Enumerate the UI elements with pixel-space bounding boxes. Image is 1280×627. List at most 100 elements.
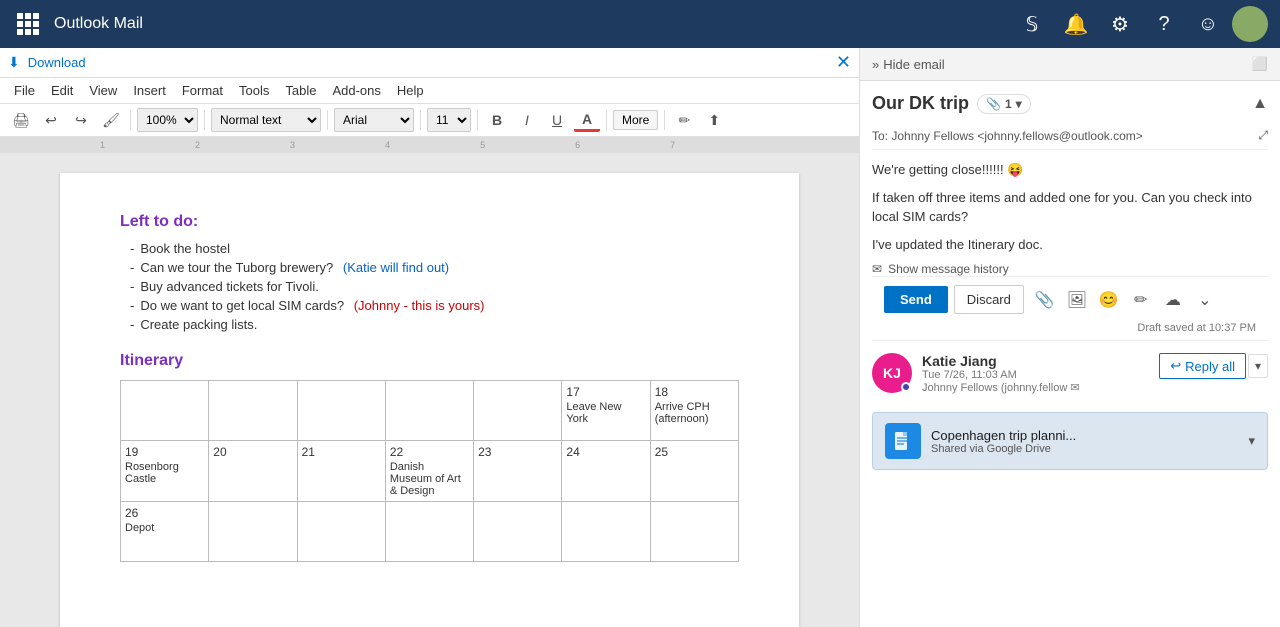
paperclip-icon: 📎	[986, 97, 1001, 111]
event-22: Danish Museum of Art & Design	[390, 461, 469, 497]
paint-format-button[interactable]: 🖌	[98, 108, 124, 132]
sender-name: Katie Jiang	[922, 353, 1149, 369]
hide-email-label: Hide email	[883, 57, 1252, 72]
day-18: 18	[655, 385, 734, 399]
body-line2: If taken off three items and added one f…	[872, 188, 1268, 227]
cal-cell-r1c2	[209, 381, 297, 441]
emoji-icon[interactable]: ☺	[1188, 4, 1228, 44]
attachment-file-icon	[885, 423, 921, 459]
day-26: 26	[125, 506, 204, 520]
event-18: Arrive CPH (afternoon)	[655, 401, 734, 425]
attach-badge: 📎 1	[977, 94, 1031, 114]
user-avatar[interactable]	[1232, 6, 1268, 42]
redo-button[interactable]: ↪	[68, 108, 94, 132]
zoom-select[interactable]: 100%	[137, 108, 198, 132]
download-button[interactable]: Download	[28, 55, 86, 70]
todo-text-3: Buy advanced tickets for Tivoli.	[140, 279, 318, 294]
reply-dropdown-button[interactable]	[1248, 354, 1268, 378]
cal-cell-r2c6: 24	[562, 441, 650, 502]
todo-item-3: Buy advanced tickets for Tivoli.	[130, 279, 739, 294]
close-doc-button[interactable]: ✕	[836, 52, 851, 73]
cal-cell-r2c3: 21	[297, 441, 385, 502]
collapse-email-icon[interactable]: ▲	[1252, 95, 1268, 113]
menu-insert[interactable]: Insert	[127, 80, 172, 101]
underline-button[interactable]: U	[544, 108, 570, 132]
main-area: ⬇ Download ✕ File Edit View Insert Forma…	[0, 48, 1280, 627]
waffle-icon[interactable]	[12, 8, 44, 40]
ruler: 1234567	[0, 137, 859, 153]
more-button[interactable]: More	[613, 110, 658, 130]
email-panel-header[interactable]: » Hide email ⬜	[860, 48, 1280, 81]
compose-toolbar: Send Discard 📎 🖼 😊 ✏ ☁ ⌄	[872, 276, 1268, 322]
menu-help[interactable]: Help	[391, 80, 430, 101]
show-history-button[interactable]: ✉ Show message history	[872, 262, 1268, 276]
separator6	[606, 110, 607, 130]
email-thread: Our DK trip 📎 1 ▲ To: Johnny Fellows <jo…	[860, 81, 1280, 627]
help-icon[interactable]: ?	[1144, 4, 1184, 44]
style-select[interactable]: Normal text	[211, 108, 321, 132]
attachment-info: Copenhagen trip planni... Shared via Goo…	[931, 428, 1238, 455]
cloud-button[interactable]: ☁	[1158, 286, 1188, 314]
insert-image-button[interactable]: 🖼	[1062, 286, 1092, 314]
bold-button[interactable]: B	[484, 108, 510, 132]
cal-cell-r3c4	[385, 502, 473, 562]
menu-tools[interactable]: Tools	[233, 80, 275, 101]
insert-emoji-button[interactable]: 😊	[1094, 286, 1124, 314]
collapse-toolbar-button[interactable]: ⬆	[701, 108, 727, 132]
attach-dropdown-icon[interactable]	[1016, 97, 1022, 111]
cal-cell-r1c1	[121, 381, 209, 441]
reply-all-button[interactable]: ↩ Reply all	[1159, 353, 1246, 379]
attachment-card[interactable]: Copenhagen trip planni... Shared via Goo…	[872, 412, 1268, 470]
maximize-icon[interactable]: ⬜	[1252, 56, 1268, 72]
sender-info: Katie Jiang Tue 7/26, 11:03 AM Johnny Fe…	[922, 353, 1149, 394]
email-subject: Our DK trip	[872, 93, 969, 114]
menu-format[interactable]: Format	[176, 80, 229, 101]
email-to-line: To: Johnny Fellows <johnny.fellows@outlo…	[872, 122, 1268, 150]
attach-file-button[interactable]: 📎	[1030, 286, 1060, 314]
email-body: We're getting close!!!!!! 😝 If taken off…	[872, 160, 1268, 254]
menu-addons[interactable]: Add-ons	[326, 80, 386, 101]
day-21: 21	[302, 445, 381, 459]
italic-button[interactable]: I	[514, 108, 540, 132]
cal-cell-r2c4: 22 Danish Museum of Art & Design	[385, 441, 473, 502]
top-nav: Outlook Mail 𝕊 🔔 ⚙ ? ☺	[0, 0, 1280, 48]
cal-cell-r2c1: 19 Rosenborg Castle	[121, 441, 209, 502]
online-indicator	[901, 382, 911, 392]
expand-to-button[interactable]: ⤢	[1258, 128, 1268, 143]
app-title: Outlook Mail	[54, 15, 1012, 33]
attachment-dropdown-button[interactable]	[1248, 433, 1255, 449]
todo-text-5: Create packing lists.	[140, 317, 257, 332]
attachment-name: Copenhagen trip planni...	[931, 428, 1238, 443]
send-button[interactable]: Send	[884, 286, 948, 313]
bell-icon[interactable]: 🔔	[1056, 4, 1096, 44]
size-select[interactable]: 11	[427, 108, 471, 132]
cal-cell-r1c3	[297, 381, 385, 441]
menu-table[interactable]: Table	[279, 80, 322, 101]
todo-item-1: Book the hostel	[130, 241, 739, 256]
todo-item-5: Create packing lists.	[130, 317, 739, 332]
doc-panel: ⬇ Download ✕ File Edit View Insert Forma…	[0, 48, 860, 627]
day-19: 19	[125, 445, 204, 459]
gear-icon[interactable]: ⚙	[1100, 4, 1140, 44]
more-compose-button[interactable]: ⌄	[1190, 286, 1220, 314]
cal-cell-r3c7	[650, 502, 738, 562]
print-button[interactable]: 🖨	[8, 108, 34, 132]
skype-icon[interactable]: 𝕊	[1012, 4, 1052, 44]
event-17: Leave New York	[566, 401, 645, 425]
cal-cell-r3c2	[209, 502, 297, 562]
draw-button[interactable]: ✏	[1126, 286, 1156, 314]
cal-cell-r3c3	[297, 502, 385, 562]
menu-edit[interactable]: Edit	[45, 80, 79, 101]
todo-text-2: Can we tour the Tuborg brewery?	[140, 260, 337, 275]
discard-button[interactable]: Discard	[954, 285, 1024, 314]
pen-button[interactable]: ✏	[671, 108, 697, 132]
email-to-text: To: Johnny Fellows <johnny.fellows@outlo…	[872, 129, 1143, 143]
section1-title: Left to do:	[120, 213, 739, 231]
font-select[interactable]: Arial	[334, 108, 414, 132]
undo-button[interactable]: ↩	[38, 108, 64, 132]
font-color-button[interactable]: A	[574, 108, 600, 132]
separator5	[477, 110, 478, 130]
menu-file[interactable]: File	[8, 80, 41, 101]
cal-cell-r3c1: 26 Depot	[121, 502, 209, 562]
menu-view[interactable]: View	[83, 80, 123, 101]
